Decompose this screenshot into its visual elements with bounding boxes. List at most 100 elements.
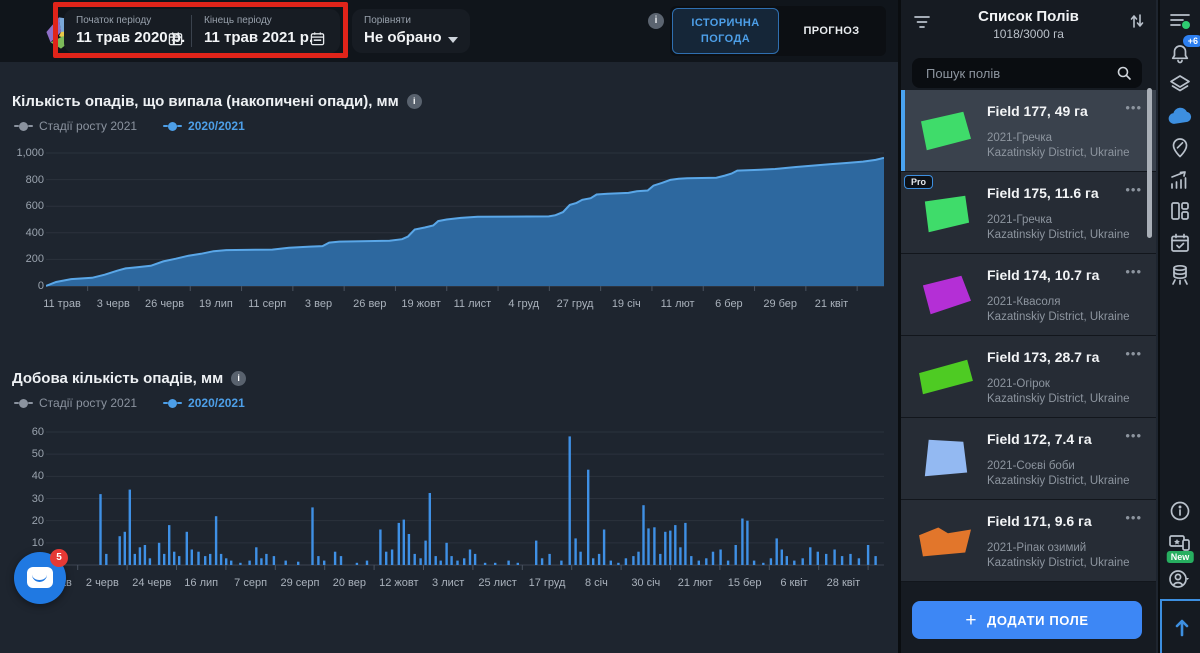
field-list: Field 177, 49 га•••2021-ГречкаKazatinski… <box>901 90 1156 582</box>
chat-bubble-icon <box>27 567 53 588</box>
x-axis-tick-label: 16 лип <box>184 577 218 589</box>
legend-item[interactable]: Стадії росту 2021 <box>14 396 137 410</box>
info-icon[interactable]: i <box>648 13 664 29</box>
field-location: Kazatinskiy District, Ukraine <box>987 311 1130 323</box>
y-axis-tick-label: 30 <box>8 493 44 505</box>
x-axis-tick-label: 30 січ <box>631 577 660 589</box>
legend-marker-icon <box>14 399 33 408</box>
plus-icon: + <box>965 611 977 630</box>
info-icon[interactable] <box>1167 498 1193 524</box>
x-axis-tick-label: 27 груд <box>557 298 594 310</box>
field-options-icon[interactable]: ••• <box>1125 100 1142 115</box>
layers-icon[interactable] <box>1167 72 1193 98</box>
field-options-icon[interactable]: ••• <box>1125 182 1142 197</box>
y-axis-tick-label: 200 <box>8 253 44 265</box>
field-list-item[interactable]: Field 174, 10.7 га•••2021-КвасоляKazatin… <box>901 254 1156 335</box>
y-axis-tick-label: 40 <box>8 470 44 482</box>
search-icon[interactable] <box>1116 65 1132 81</box>
field-location: Kazatinskiy District, Ukraine <box>987 229 1130 241</box>
field-options-icon[interactable]: ••• <box>1125 510 1142 525</box>
field-shape-thumbnail <box>915 516 977 566</box>
legend-item[interactable]: 2020/2021 <box>163 396 245 410</box>
field-list-item[interactable]: Field 171, 9.6 га•••2021-Ріпак озимийKaz… <box>901 500 1156 581</box>
info-icon[interactable]: i <box>231 371 246 386</box>
scroll-top-button[interactable] <box>1160 599 1200 653</box>
field-crop: 2021-Гречка <box>987 214 1052 226</box>
soil-data-icon[interactable] <box>1167 262 1193 288</box>
account-icon[interactable] <box>1167 566 1193 592</box>
legend-label: Стадії росту 2021 <box>39 396 137 410</box>
field-options-icon[interactable]: ••• <box>1125 264 1142 279</box>
new-feature-badge: New <box>1167 551 1194 563</box>
weather-mode-tabs: ІСТОРИЧНА ПОГОДА ПРОГНОЗ <box>670 6 886 56</box>
field-crop: 2021-Соєві боби <box>987 460 1075 472</box>
pro-badge: Pro <box>904 175 933 189</box>
x-axis-tick-label: 11 трав <box>43 298 81 310</box>
x-axis-tick-label: 26 черв <box>145 298 184 310</box>
notification-count-badge: +6 <box>1183 35 1200 47</box>
field-list-item[interactable]: Field 177, 49 га•••2021-ГречкаKazatinski… <box>901 90 1156 171</box>
top-bar: Початок періоду 11 трав 2020 р. Кінець п… <box>0 0 898 62</box>
y-axis-tick-label: 400 <box>8 227 44 239</box>
field-options-icon[interactable]: ••• <box>1125 346 1142 361</box>
chat-widget-button[interactable]: 5 <box>14 552 66 604</box>
legend-item[interactable]: 2020/2021 <box>163 119 245 133</box>
field-crop: 2021-Огірок <box>987 378 1050 390</box>
field-list-header: Список Полів 1018/3000 га <box>901 0 1156 56</box>
field-shape-thumbnail <box>915 106 977 156</box>
fields-menu-icon[interactable] <box>1167 8 1193 34</box>
end-period-datepicker[interactable]: Кінець періоду 11 трав 2021 р. <box>192 9 340 53</box>
legend-marker-icon <box>163 399 182 408</box>
scouting-pin-icon[interactable] <box>1167 135 1193 161</box>
start-period-label: Початок періоду <box>76 15 151 26</box>
info-icon[interactable]: i <box>407 94 422 109</box>
field-list-item[interactable]: ProField 175, 11.6 га•••2021-ГречкаKazat… <box>901 172 1156 253</box>
x-axis-tick-label: 29 бер <box>763 298 797 310</box>
legend-item[interactable]: Стадії росту 2021 <box>14 119 137 133</box>
add-field-label: ДОДАТИ ПОЛЕ <box>987 613 1089 628</box>
field-crop: 2021-Квасоля <box>987 296 1060 308</box>
scrollbar[interactable] <box>1147 88 1152 238</box>
x-axis-tick-label: 24 черв <box>132 577 171 589</box>
crop-calendar-icon[interactable] <box>1167 230 1193 256</box>
x-axis-tick-label: 20 вер <box>333 577 366 589</box>
field-list-item[interactable]: Field 173, 28.7 га•••2021-ОгірокKazatins… <box>901 336 1156 417</box>
cumulative-precip-chart[interactable]: 02004006008001,00011 трав3 черв26 черв19… <box>8 145 892 317</box>
compare-label: Порівняти <box>364 15 411 26</box>
x-axis-tick-label: 12 жовт <box>379 577 418 589</box>
compare-dropdown[interactable]: Порівняти Не обрано <box>352 9 470 53</box>
weather-cloud-icon[interactable] <box>1167 103 1193 129</box>
right-toolbar: +6 New <box>1158 0 1200 653</box>
y-axis-tick-label: 800 <box>8 174 44 186</box>
dashboard-icon[interactable] <box>1167 198 1193 224</box>
daily-precip-chart[interactable]: 010203040506011 трав2 черв24 черв16 лип7… <box>8 424 892 596</box>
field-list-item[interactable]: Field 172, 7.4 га•••2021-Соєві бобиKazat… <box>901 418 1156 499</box>
x-axis-tick-label: 21 лют <box>678 577 713 589</box>
start-period-datepicker[interactable]: Початок періоду 11 трав 2020 р. <box>64 9 191 53</box>
add-field-button[interactable]: + ДОДАТИ ПОЛЕ <box>912 601 1142 639</box>
end-period-value: 11 трав 2021 р. <box>204 29 313 46</box>
statistics-icon[interactable] <box>1167 167 1193 193</box>
legend-marker-icon <box>14 122 33 131</box>
field-location: Kazatinskiy District, Ukraine <box>987 557 1130 569</box>
field-shape-thumbnail <box>915 434 977 484</box>
calendar-icon[interactable] <box>310 31 325 46</box>
search-input[interactable] <box>924 65 1104 82</box>
x-axis-tick-label: 28 квіт <box>827 577 860 589</box>
x-axis-tick-label: 8 січ <box>585 577 608 589</box>
field-crop: 2021-Ріпак озимий <box>987 542 1086 554</box>
calendar-icon[interactable] <box>168 31 183 46</box>
notifications-bell-icon[interactable]: +6 <box>1167 40 1193 66</box>
field-location: Kazatinskiy District, Ukraine <box>987 475 1130 487</box>
tab-historical-weather[interactable]: ІСТОРИЧНА ПОГОДА <box>672 8 779 54</box>
tab-forecast[interactable]: ПРОГНОЗ <box>779 8 884 54</box>
x-axis-tick-label: 6 бер <box>715 298 743 310</box>
x-axis-tick-label: 6 квіт <box>780 577 807 589</box>
x-axis-tick-label: 15 бер <box>728 577 762 589</box>
x-axis-tick-label: 26 вер <box>353 298 386 310</box>
chart-legend: Стадії росту 2021 2020/2021 <box>14 396 245 410</box>
field-options-icon[interactable]: ••• <box>1125 428 1142 443</box>
x-axis-tick-label: 3 вер <box>305 298 332 310</box>
field-shape-thumbnail <box>915 270 977 320</box>
sort-icon[interactable] <box>1129 12 1145 30</box>
